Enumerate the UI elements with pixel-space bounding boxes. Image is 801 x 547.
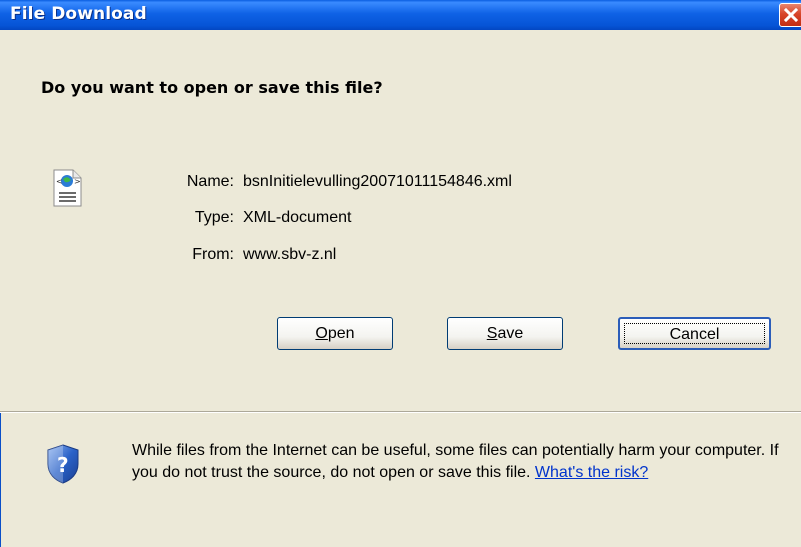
save-button[interactable]: Save (447, 317, 563, 350)
dialog-question: Do you want to open or save this file? (41, 78, 383, 97)
close-icon (783, 7, 799, 23)
open-button[interactable]: Open (277, 317, 393, 350)
svg-text:>: > (74, 177, 81, 186)
save-label-rest: ave (497, 325, 524, 342)
type-label: Type: (194, 209, 234, 226)
warning-text: While files from the Internet can be use… (132, 442, 779, 481)
cancel-button[interactable]: Cancel (618, 317, 771, 350)
close-button[interactable] (779, 3, 801, 27)
title-bar: File Download (0, 0, 801, 30)
from-label: From: (192, 246, 234, 263)
name-label: Name: (186, 173, 234, 190)
separator-highlight (0, 412, 801, 413)
security-warning: While files from the Internet can be use… (132, 440, 782, 484)
svg-text:?: ? (57, 453, 69, 477)
open-label-rest: pen (327, 325, 355, 342)
svg-text:<: < (56, 177, 63, 186)
type-value: XML-document (243, 209, 352, 226)
whats-the-risk-link[interactable]: What's the risk? (535, 464, 648, 481)
focus-ring (624, 323, 765, 344)
window-title: File Download (10, 4, 147, 24)
security-shield-icon: ? (47, 444, 79, 484)
save-mnemonic: S (486, 325, 498, 342)
name-value: bsnInitielevulling20071011154846.xml (243, 173, 512, 190)
xml-file-icon: < > (53, 169, 82, 207)
from-value: www.sbv-z.nl (243, 246, 337, 263)
open-mnemonic: O (315, 325, 328, 342)
